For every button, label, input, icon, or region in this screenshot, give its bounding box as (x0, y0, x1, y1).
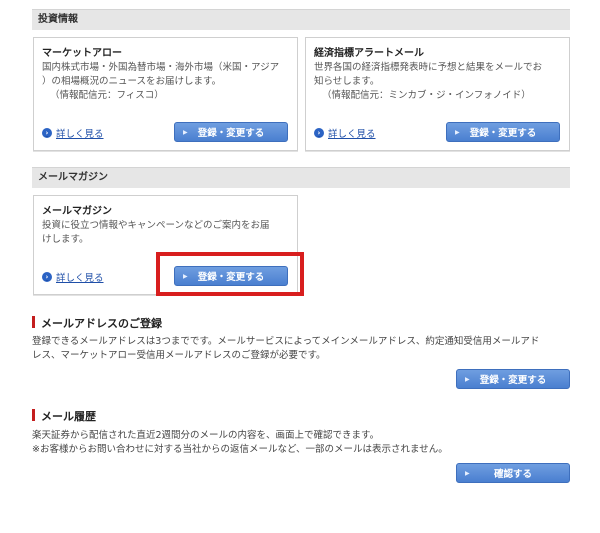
card-description: 投資に役立つ情報やキャンペーンなどのご案内をお届 けします。 (42, 220, 270, 245)
register-change-button-economic-alert[interactable]: ▶ 登録・変更する (446, 122, 560, 142)
card-market-arrow: マーケットアロー 国内株式市場・外国為替市場・海外市場（米国・アジア ）の相場概… (33, 37, 298, 151)
circle-arrow-icon: › (42, 272, 52, 282)
highlight-box (156, 252, 304, 296)
detail-link-mail-magazine[interactable]: › 詳しく見る (42, 270, 104, 284)
heading-mail-address: メールアドレスのご登録 (32, 315, 162, 331)
card-source: （情報配信元：ミンカブ・ジ・インフォノイド） (322, 90, 531, 101)
mail-history-description: 楽天証券から配信された直近2週間分のメールの内容を、画面上で確認できます。 ※お… (32, 430, 448, 455)
section-header-mail-magazine: メールマガジン (32, 167, 570, 188)
mail-address-description: 登録できるメールアドレスは3つまでです。メールサービスによってメインメールアドレ… (32, 336, 540, 361)
card-description: 世界各国の経済指標発表時に予想と結果をメールでお 知らせします。 (314, 62, 543, 87)
section-header-investment-info: 投資情報 (32, 9, 570, 30)
card-title: マーケットアロー (42, 48, 122, 59)
card-title: メールマガジン (42, 206, 112, 217)
card-economic-alert: 経済指標アラートメール 世界各国の経済指標発表時に予想と結果をメールでお 知らせ… (305, 37, 570, 151)
heading-mail-history: メール履歴 (32, 408, 96, 424)
triangle-right-icon: ▶ (183, 128, 188, 136)
triangle-right-icon: ▶ (465, 469, 470, 477)
register-change-button-mail-address[interactable]: ▶ 登録・変更する (456, 369, 570, 389)
card-description: 国内株式市場・外国為替市場・海外市場（米国・アジア ）の相場概況のニュースをお届… (42, 62, 280, 87)
card-title: 経済指標アラートメール (314, 48, 424, 59)
card-source: （情報配信元：フィスコ） (50, 90, 164, 101)
circle-arrow-icon: › (42, 128, 52, 138)
confirm-button-mail-history[interactable]: ▶ 確認する (456, 463, 570, 483)
detail-link-economic-alert[interactable]: › 詳しく見る (314, 126, 376, 140)
circle-arrow-icon: › (314, 128, 324, 138)
triangle-right-icon: ▶ (455, 128, 460, 136)
register-change-button-market-arrow[interactable]: ▶ 登録・変更する (174, 122, 288, 142)
triangle-right-icon: ▶ (465, 375, 470, 383)
detail-link-market-arrow[interactable]: › 詳しく見る (42, 126, 104, 140)
